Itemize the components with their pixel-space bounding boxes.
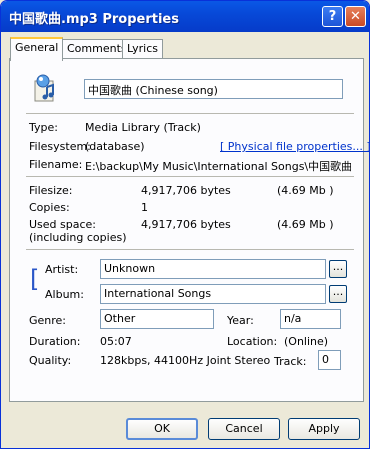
tag-bracket: [ — [30, 265, 40, 293]
location-label: Location: — [227, 335, 278, 348]
track-field[interactable]: 0 — [318, 350, 341, 370]
location-value: (Online) — [284, 335, 329, 348]
quality-label: Quality: — [29, 354, 72, 367]
ok-button[interactable]: OK — [126, 418, 198, 440]
properties-window: 中国歌曲.mp3 Properties ? ✕ General Comments… — [0, 0, 370, 449]
filesystem-value: (database) — [85, 140, 145, 153]
album-field[interactable]: International Songs — [100, 284, 326, 304]
filename-label: Filename: — [29, 158, 83, 171]
year-label: Year: — [227, 314, 254, 327]
apply-button[interactable]: Apply — [288, 418, 360, 440]
divider — [26, 249, 354, 250]
tab-general[interactable]: General — [10, 37, 64, 61]
help-button[interactable]: ? — [322, 6, 343, 27]
filesize-mb: (4.69 Mb ) — [277, 184, 334, 197]
tab-lyrics[interactable]: Lyrics — [122, 39, 163, 59]
artist-field[interactable]: Unknown — [100, 259, 326, 279]
window-title: 中国歌曲.mp3 Properties — [9, 12, 179, 27]
album-label: Album: — [45, 288, 84, 301]
filesize-label: Filesize: — [29, 184, 73, 197]
filename-value: E:\backup\My Music\International Songs\中… — [85, 160, 351, 173]
genre-field[interactable]: Other — [100, 309, 214, 329]
copies-value: 1 — [141, 201, 148, 214]
year-field[interactable]: n/a — [280, 309, 341, 329]
physical-file-properties-link[interactable]: [ Physical file properties... ] — [220, 140, 369, 153]
genre-label: Genre: — [29, 314, 67, 327]
used-space-label: Used space: — [29, 218, 97, 231]
media-file-icon — [29, 71, 61, 103]
type-value: Media Library (Track) — [85, 121, 201, 134]
artist-label: Artist: — [45, 263, 79, 276]
cancel-button[interactable]: Cancel — [208, 418, 280, 440]
quality-value: 128kbps, 44100Hz Joint Stereo — [100, 354, 271, 367]
album-browse-button[interactable]: ... — [329, 285, 347, 303]
copies-label: Copies: — [29, 201, 70, 214]
duration-label: Duration: — [29, 335, 81, 348]
divider — [26, 113, 354, 114]
used-space-value: 4,917,706 bytes — [141, 218, 231, 231]
filesystem-label: Filesystem: — [29, 140, 91, 153]
track-label: Track: — [274, 355, 307, 368]
name-field[interactable]: 中国歌曲 (Chinese song) — [84, 79, 343, 99]
used-space-mb: (4.69 Mb ) — [277, 218, 334, 231]
close-button[interactable]: ✕ — [345, 6, 366, 27]
artist-browse-button[interactable]: ... — [329, 260, 347, 278]
title-bar[interactable]: 中国歌曲.mp3 Properties ? ✕ — [1, 1, 369, 32]
filesize-value: 4,917,706 bytes — [141, 184, 231, 197]
type-label: Type: — [29, 121, 58, 134]
divider — [26, 176, 354, 177]
used-space-sublabel: (including copies) — [29, 231, 127, 244]
duration-value: 05:07 — [100, 335, 132, 348]
